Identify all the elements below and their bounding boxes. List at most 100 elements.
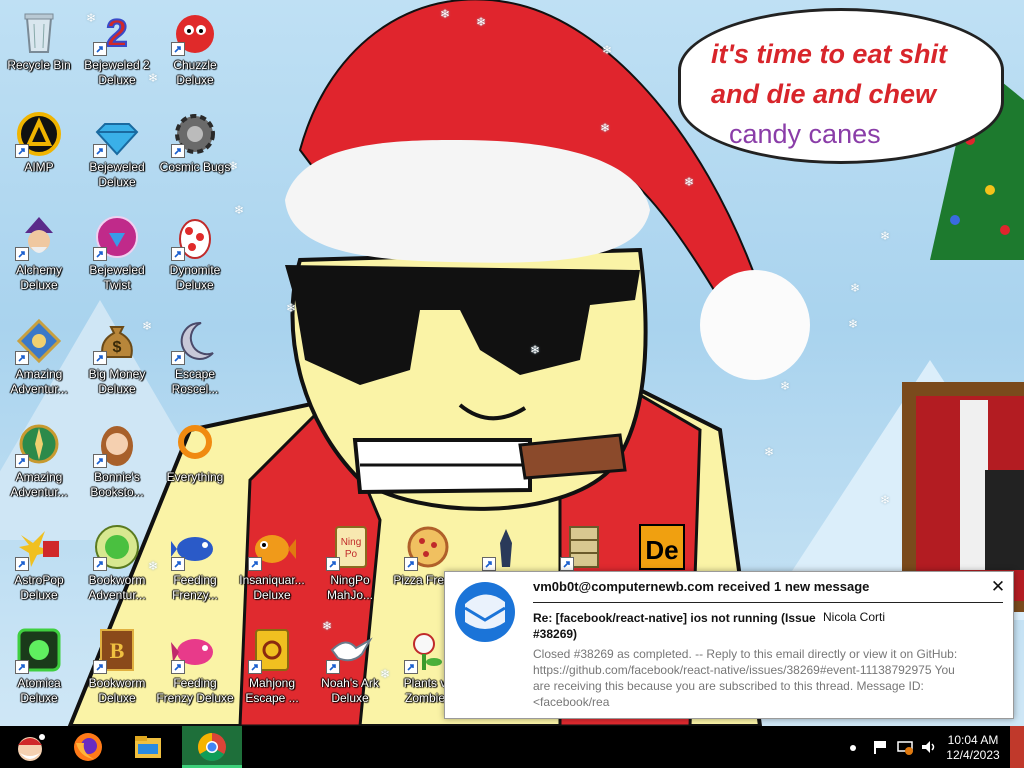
desktop-icon-label: Mahjong Escape ... [245, 676, 299, 705]
desktop-icon-bejeweled-2[interactable]: 2 Bejeweled 2 Deluxe [76, 4, 158, 104]
desktop-icon-label: Bejeweled Deluxe [89, 160, 145, 189]
desktop-icon-label: Insaniquar... Deluxe [239, 573, 305, 602]
desktop-icon-label: Dynomite Deluxe [169, 263, 221, 292]
chrome-icon [198, 733, 226, 761]
tray-flag-icon[interactable] [872, 738, 890, 756]
svg-text:Ning: Ning [341, 537, 362, 548]
start-button[interactable] [2, 726, 58, 768]
desktop-icon-bonnies-bookstore[interactable]: Bonnie's Booksto... [76, 416, 158, 516]
shortcut-arrow-icon [15, 454, 29, 468]
firefox-icon [74, 733, 102, 761]
shortcut-arrow-icon [15, 557, 29, 571]
snowflake: ❄ [850, 281, 861, 295]
desktop-icon-bejeweled[interactable]: Bejeweled Deluxe [76, 106, 158, 206]
desktop-icon-label: AstroPop Deluxe [14, 573, 64, 602]
shortcut-arrow-icon [560, 557, 574, 571]
thunderbird-icon [455, 582, 515, 642]
show-desktop-button[interactable] [1010, 726, 1024, 768]
shortcut-arrow-icon [171, 42, 185, 56]
shortcut-arrow-icon [93, 454, 107, 468]
desktop-icon-dynomite[interactable]: Dynomite Deluxe [154, 209, 236, 309]
shortcut-arrow-icon [171, 660, 185, 674]
speech-bubble: it's time to eat shit and die and chew c… [678, 8, 1004, 164]
snowflake: ❄ [848, 317, 859, 331]
desktop-icon-label: Cosmic Bugs [159, 160, 231, 174]
file-explorer-icon [135, 736, 161, 758]
shortcut-arrow-icon [171, 144, 185, 158]
desktop-icon-aimp[interactable]: AIMP [0, 106, 80, 206]
shortcut-arrow-icon [15, 351, 29, 365]
shortcut-arrow-icon [248, 660, 262, 674]
desktop-icon-label: Feeding Frenzy Deluxe [156, 676, 234, 705]
shortcut-arrow-icon [248, 557, 262, 571]
desktop-icon-label: Escape Roscel... [171, 367, 219, 396]
santa-start-icon [18, 734, 45, 761]
snowflake: ❄ [476, 15, 487, 29]
close-icon[interactable]: ✕ [989, 578, 1007, 596]
taskbar-file-explorer[interactable] [120, 726, 176, 768]
notification-title: vm0b0t@computernewb.com received 1 new m… [533, 579, 870, 594]
desktop-icon-astropop[interactable]: AstroPop Deluxe [0, 519, 80, 619]
desktop-icon-label: Bookworm Deluxe [88, 676, 146, 705]
desktop-icon-big-money[interactable]: $ Big Money Deluxe [76, 313, 158, 413]
desktop-icon-amazing-adventures[interactable]: Amazing Adventur... [0, 313, 80, 413]
svg-text:B: B [110, 638, 125, 663]
snowflake: ❄ [286, 301, 297, 315]
desktop-icon-label: Everything [166, 470, 224, 484]
desktop-icon-label: Bejeweled 2 Deluxe [84, 58, 150, 87]
desktop-icon-noahs-ark[interactable]: Noah's Ark Deluxe [309, 622, 391, 722]
taskbar-chrome[interactable] [182, 726, 242, 768]
notification-divider [533, 602, 1003, 603]
desktop-icon-mahjong-escape[interactable]: Mahjong Escape ... [231, 622, 313, 722]
shortcut-arrow-icon [404, 557, 418, 571]
shortcut-arrow-icon [15, 660, 29, 674]
desktop-icon-insaniquarium[interactable]: Insaniquar... Deluxe [231, 519, 313, 619]
tray-dot-icon[interactable] [844, 738, 862, 756]
desktop-icon-label: AIMP [24, 160, 54, 174]
shortcut-arrow-icon [404, 660, 418, 674]
snowflake: ❄ [764, 445, 775, 459]
mail-notification[interactable]: vm0b0t@computernewb.com received 1 new m… [444, 571, 1014, 719]
desktop[interactable]: it's time to eat shit and die and chew c… [0, 0, 1024, 726]
desktop-icon-label: Chuzzle Deluxe [173, 58, 217, 87]
shortcut-arrow-icon [93, 351, 107, 365]
desktop-icon-ningpo-mahjong[interactable]: Ning Po NingPo MahJo... [309, 519, 391, 619]
desktop-icon-cosmic-bugs[interactable]: Cosmic Bugs [154, 106, 236, 206]
clock-date[interactable]: 12/4/2023 [938, 748, 1008, 762]
desktop-icon-bookworm[interactable]: B Bookworm Deluxe [76, 622, 158, 722]
desktop-icon-escape-rosecliff[interactable]: Escape Roscel... [154, 313, 236, 413]
desktop-icon-label: Amazing Adventur... [10, 367, 68, 396]
desktop-icon-feeding-frenzy[interactable]: Feeding Frenzy... [154, 519, 236, 619]
desktop-icon-alchemy[interactable]: Alchemy Deluxe [0, 209, 80, 309]
desktop-icon-label: Bonnie's Booksto... [90, 470, 144, 499]
tray-network-icon[interactable] [896, 738, 914, 756]
desktop-icon-recycle-bin[interactable]: Recycle Bin [0, 4, 80, 104]
desktop-icon-bookworm-adventures[interactable]: Bookworm Adventur... [76, 519, 158, 619]
desktop-icon-atomica[interactable]: Atomica Deluxe [0, 622, 80, 722]
desktop-icon-bejeweled-twist[interactable]: Bejeweled Twist [76, 209, 158, 309]
shortcut-arrow-icon [171, 247, 185, 261]
desktop-icon-feeding-frenzy-2[interactable]: Feeding Frenzy Deluxe [154, 622, 236, 722]
desktop-icon-label: Big Money Deluxe [88, 367, 146, 396]
desktop-icon-chuzzle[interactable]: Chuzzle Deluxe [154, 4, 236, 104]
taskbar-firefox[interactable] [60, 726, 116, 768]
clock-time[interactable]: 10:04 AM [938, 733, 1008, 747]
desktop-icon-everything[interactable]: Everything [154, 416, 236, 516]
svg-text:$: $ [113, 339, 122, 356]
shortcut-arrow-icon [93, 557, 107, 571]
dynomite-de-icon: De [639, 524, 685, 570]
shortcut-arrow-icon [482, 557, 496, 571]
notification-subject: Re: [facebook/react-native] ios not runn… [533, 611, 816, 641]
shortcut-arrow-icon [93, 247, 107, 261]
desktop-icon-amazing-adventures-2[interactable]: Amazing Adventur... [0, 416, 80, 516]
shortcut-arrow-icon [326, 660, 340, 674]
speech-line: it's time to eat shit [711, 39, 947, 69]
desktop-icon-label: Bookworm Adventur... [88, 573, 146, 602]
snowflake: ❄ [880, 493, 891, 507]
shortcut-arrow-icon [93, 42, 107, 56]
snowflake: ❄ [780, 379, 791, 393]
taskbar [0, 726, 1024, 768]
snowflake: ❄ [880, 229, 891, 243]
speaker-icon[interactable] [920, 738, 938, 756]
desktop-icon-label: Atomica Deluxe [17, 676, 61, 705]
